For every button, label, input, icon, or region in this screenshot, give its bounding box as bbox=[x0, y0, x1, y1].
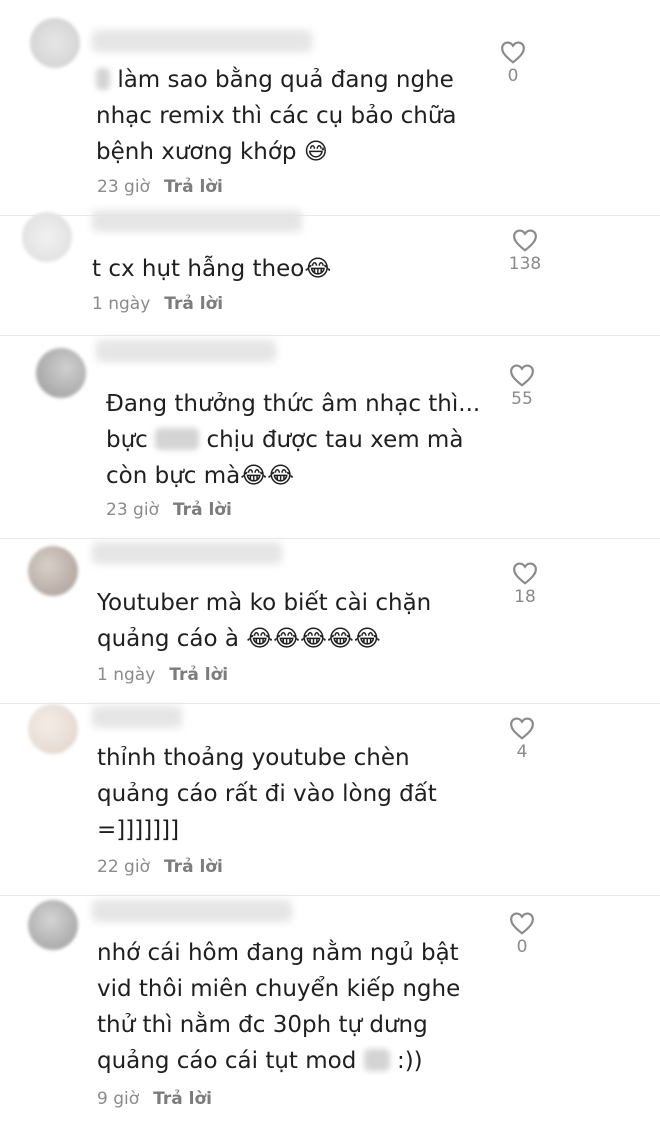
comment-time: 1 ngày bbox=[97, 665, 156, 685]
like-button[interactable]: 0 bbox=[502, 911, 542, 957]
comment-text: Youtuber mà ko biết cài chặn quảng cáo à… bbox=[97, 590, 432, 652]
comment-text: Đang thưởng thức âm nhạc thì... bực chịu… bbox=[106, 391, 481, 489]
comment-meta: 23 giờ Trả lời bbox=[97, 177, 223, 197]
redacted-text bbox=[96, 68, 110, 90]
username-redacted[interactable] bbox=[92, 900, 292, 922]
like-button[interactable]: 4 bbox=[502, 716, 542, 762]
heart-icon bbox=[510, 912, 534, 935]
avatar[interactable] bbox=[28, 900, 78, 950]
comment-text: thỉnh thoảng youtube chèn quảng cáo rất … bbox=[97, 745, 437, 843]
redacted-text bbox=[155, 428, 200, 450]
reply-button[interactable]: Trả lời bbox=[164, 857, 223, 877]
heart-icon bbox=[513, 562, 537, 585]
comment-meta: 1 ngày Trả lời bbox=[92, 294, 223, 314]
comment-time: 9 giờ bbox=[97, 1089, 140, 1109]
heart-icon bbox=[510, 717, 534, 740]
comment-meta: 22 giờ Trả lời bbox=[97, 857, 223, 877]
username-redacted[interactable] bbox=[92, 542, 282, 564]
like-count: 18 bbox=[514, 587, 536, 607]
like-count: 0 bbox=[516, 937, 528, 957]
heart-icon bbox=[510, 364, 534, 387]
username-redacted[interactable] bbox=[92, 30, 312, 52]
avatar[interactable] bbox=[28, 704, 78, 754]
comment-time: 23 giờ bbox=[97, 177, 150, 197]
like-count: 138 bbox=[508, 254, 542, 274]
reply-button[interactable]: Trả lời bbox=[164, 294, 223, 314]
divider bbox=[0, 703, 660, 704]
comment-time: 1 ngày bbox=[92, 294, 151, 314]
like-button[interactable]: 0 bbox=[493, 40, 533, 86]
reply-button[interactable]: Trả lời bbox=[173, 500, 232, 520]
like-count: 4 bbox=[516, 742, 528, 762]
like-count: 55 bbox=[511, 389, 533, 409]
heart-icon bbox=[513, 229, 537, 252]
avatar[interactable] bbox=[28, 546, 78, 596]
username-redacted[interactable] bbox=[92, 210, 302, 232]
reply-button[interactable]: Trả lời bbox=[153, 1089, 212, 1109]
comment-text: nhớ cái hôm đang nằm ngủ bật vid thôi mi… bbox=[97, 940, 461, 1074]
divider bbox=[0, 335, 660, 336]
comment-meta: 9 giờ Trả lời bbox=[97, 1089, 212, 1109]
comment-time: 23 giờ bbox=[106, 500, 159, 520]
like-button[interactable]: 138 bbox=[505, 228, 545, 274]
reply-button[interactable]: Trả lời bbox=[169, 665, 228, 685]
like-button[interactable]: 55 bbox=[502, 363, 542, 409]
avatar[interactable] bbox=[22, 212, 72, 262]
avatar[interactable] bbox=[36, 348, 86, 398]
comment-meta: 23 giờ Trả lời bbox=[106, 500, 232, 520]
username-redacted[interactable] bbox=[96, 340, 276, 362]
comment-text: t cx hụt hẫng theo😂 bbox=[92, 256, 332, 282]
redacted-text bbox=[363, 1049, 390, 1071]
like-count: 0 bbox=[507, 66, 519, 86]
reply-button[interactable]: Trả lời bbox=[164, 177, 223, 197]
heart-icon bbox=[501, 41, 525, 64]
divider bbox=[0, 538, 660, 539]
divider bbox=[0, 895, 660, 896]
comment-meta: 1 ngày Trả lời bbox=[97, 665, 228, 685]
like-button[interactable]: 18 bbox=[505, 561, 545, 607]
comment-time: 22 giờ bbox=[97, 857, 150, 877]
username-redacted[interactable] bbox=[92, 706, 182, 728]
avatar[interactable] bbox=[30, 18, 80, 68]
comment-text: làm sao bằng quả đang nghe nhạc remix th… bbox=[96, 67, 457, 165]
